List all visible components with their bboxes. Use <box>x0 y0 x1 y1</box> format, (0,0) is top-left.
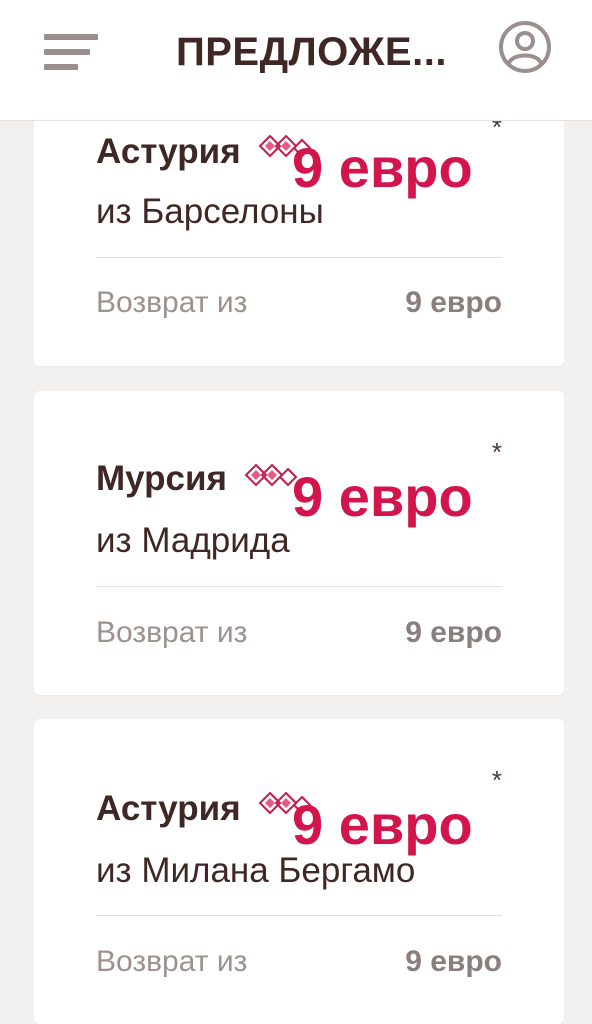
return-label: Возврат из <box>96 286 248 319</box>
return-price: 9 евро <box>405 286 502 319</box>
return-label: Возврат из <box>96 616 248 649</box>
offer-destination: Мурсия <box>96 459 227 498</box>
card-divider <box>96 586 502 587</box>
offer-price: 9 евро <box>292 465 473 528</box>
offer-card[interactable]: * Астурия 9 евро из Милана Бергамо Возвр… <box>34 719 564 1024</box>
offer-price: 9 евро <box>292 793 473 856</box>
offer-card[interactable]: * Мурсия 9 евро из Мадрида Возврат из 9 … <box>34 391 564 695</box>
hamburger-menu-icon[interactable] <box>44 34 100 74</box>
return-label: Возврат из <box>96 945 248 978</box>
return-price: 9 евро <box>405 945 502 978</box>
offer-origin: из Мадрида <box>96 521 290 560</box>
offer-destination: Астурия <box>96 132 241 171</box>
page-title: ПРЕДЛОЖЕ... <box>176 30 447 74</box>
app-header: ПРЕДЛОЖЕ... <box>0 0 592 121</box>
user-profile-icon[interactable] <box>498 20 552 74</box>
offer-price: 9 евро <box>292 136 473 199</box>
footnote-asterisk: * <box>491 437 502 467</box>
offer-origin: из Барселоны <box>96 192 324 231</box>
return-price: 9 евро <box>405 616 502 649</box>
offer-origin: из Милана Бергамо <box>96 851 416 890</box>
card-divider <box>96 915 502 916</box>
card-divider <box>96 257 502 258</box>
offer-destination: Астурия <box>96 789 241 828</box>
footnote-asterisk: * <box>491 765 502 795</box>
